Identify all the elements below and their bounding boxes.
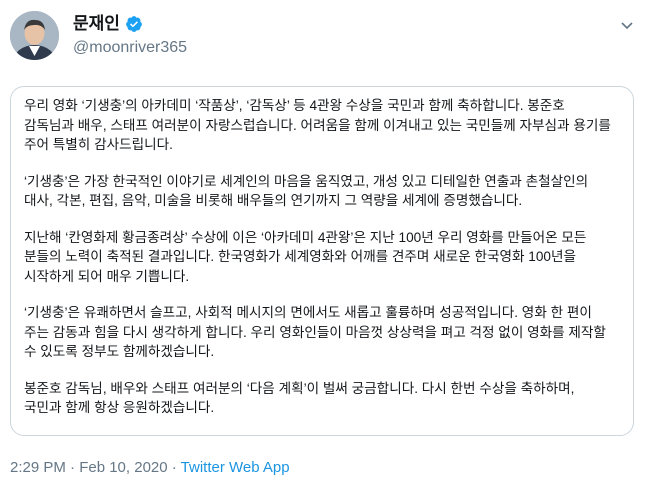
tweet-header: 문재인 @moonriver365 (10, 10, 640, 70)
tweet-paragraph-2: ‘기생충’은 가장 한국적인 이야기로 세계인의 마음을 움직였고, 개성 있고… (24, 173, 589, 209)
timestamp[interactable]: 2:29 PM · Feb 10, 2020 · (10, 459, 181, 476)
tweet-card[interactable]: 우리 영화 ‘기생충’의 아카데미 ‘작품상’, ‘감독상’ 등 4관왕 수상을… (10, 86, 634, 436)
avatar[interactable] (10, 11, 59, 60)
tweet-paragraph-5: 봉준호 감독님, 배우와 스태프 여러분의 ‘다음 계획’이 벌써 궁금합니다.… (24, 380, 575, 416)
user-names: 문재인 @moonriver365 (73, 13, 187, 59)
tweet-paragraph-1: 우리 영화 ‘기생충’의 아카데미 ‘작품상’, ‘감독상’ 등 4관왕 수상을… (24, 98, 611, 152)
user-handle[interactable]: @moonriver365 (73, 37, 187, 59)
tweet-meta: 2:29 PM · Feb 10, 2020 · Twitter Web App (10, 458, 290, 478)
source-link[interactable]: Twitter Web App (181, 459, 290, 476)
chevron-down-icon[interactable] (618, 16, 636, 34)
tweet-paragraph-4: ‘기생충’은 유쾌하면서 슬프고, 사회적 메시지의 면에서도 새롭고 훌륭하며… (24, 305, 606, 359)
display-name-text[interactable]: 문재인 (73, 13, 120, 35)
display-name[interactable]: 문재인 (73, 13, 143, 35)
tweet-paragraph-3: 지난해 ‘칸영화제 황금종려상’ 수상에 이은 ‘아카데미 4관왕’은 지난 1… (24, 229, 587, 284)
verified-badge-icon (125, 15, 143, 33)
